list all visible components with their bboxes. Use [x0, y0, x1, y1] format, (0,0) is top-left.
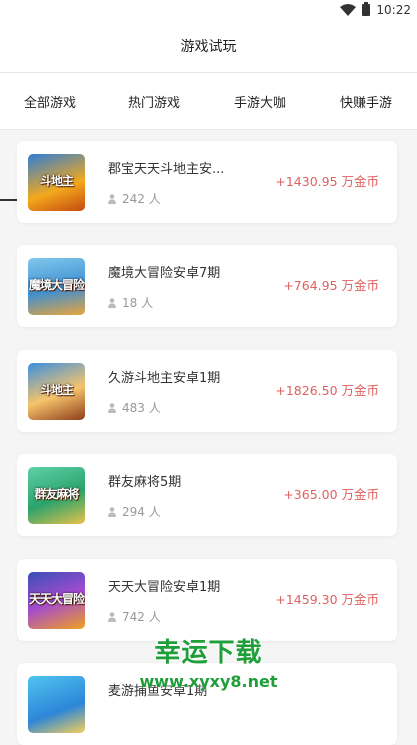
game-thumb-label: 群友麻将: [34, 487, 79, 501]
wifi-icon: [340, 4, 357, 16]
page-header: 游戏试玩: [0, 20, 417, 73]
category-tabs: 全部游戏 热门游戏 手游大咖 快赚手游: [0, 73, 417, 201]
game-list: 斗地主 郡宝天天斗地主安... 242 人 +1430.95 万金币 魔境大冒险…: [0, 130, 417, 745]
game-card[interactable]: 斗地主 久游斗地主安卓1期 483 人 +1826.50 万金币: [17, 350, 397, 432]
fishing-game-icon: [28, 676, 85, 733]
maoxian-game-icon: 天天大冒险: [28, 572, 85, 629]
player-count-text: 742 人: [122, 610, 161, 624]
reward-amount: +1459.30 万金币: [275, 592, 379, 607]
game-name: 麦游捕鱼安卓1期: [108, 684, 208, 699]
game-card[interactable]: 群友麻将 群友麻将5期 294 人 +365.00 万金币: [17, 454, 397, 536]
player-count: 294 人: [108, 503, 161, 520]
status-indicators: 10:22: [340, 1, 411, 19]
game-thumb-label: 魔境大冒险: [28, 278, 85, 292]
game-name: 天天大冒险安卓1期: [108, 580, 221, 595]
game-thumb-label: 斗地主: [39, 174, 74, 188]
mahjong-game-icon: 群友麻将: [28, 467, 85, 524]
game-card[interactable]: 魔境大冒险 魔境大冒险安卓7期 18 人 +764.95 万金币: [17, 245, 397, 327]
game-name: 魔境大冒险安卓7期: [108, 266, 221, 281]
mojing-game-icon: 魔境大冒险: [28, 258, 85, 315]
game-name: 久游斗地主安卓1期: [108, 371, 221, 386]
game-name: 郡宝天天斗地主安...: [108, 162, 225, 177]
person-icon: [108, 193, 116, 204]
reward-amount: +1430.95 万金币: [275, 174, 379, 189]
game-thumb-label: 天天大冒险: [28, 592, 85, 606]
game-card[interactable]: 天天大冒险 天天大冒险安卓1期 742 人 +1459.30 万金币: [17, 559, 397, 641]
tab-all-games[interactable]: 全部游戏: [0, 73, 100, 129]
reward-amount: +764.95 万金币: [283, 278, 379, 293]
reward-amount: +1826.50 万金币: [275, 383, 379, 398]
player-count-text: 483 人: [122, 401, 161, 415]
doudizhu-game-icon: 斗地主: [28, 154, 85, 211]
battery-icon: [362, 2, 371, 16]
player-count: 242 人: [108, 190, 161, 207]
game-card[interactable]: 麦游捕鱼安卓1期: [17, 663, 397, 745]
status-time: 10:22: [376, 3, 411, 17]
game-thumb-label: 斗地主: [39, 383, 74, 397]
player-count: 483 人: [108, 399, 161, 416]
person-icon: [108, 297, 116, 308]
status-bar: 10:22: [0, 0, 417, 20]
player-count: 742 人: [108, 608, 161, 625]
page-title: 游戏试玩: [180, 39, 237, 55]
person-icon: [108, 611, 116, 622]
person-icon: [108, 402, 116, 413]
player-count-text: 18 人: [122, 296, 154, 310]
tab-quick-earn[interactable]: 快赚手游: [316, 73, 416, 129]
player-count: 18 人: [108, 294, 153, 311]
game-card[interactable]: 斗地主 郡宝天天斗地主安... 242 人 +1430.95 万金币: [17, 141, 397, 223]
game-name: 群友麻将5期: [108, 475, 182, 490]
jiuyou-game-icon: 斗地主: [28, 363, 85, 420]
player-count-text: 242 人: [122, 192, 161, 206]
player-count-text: 294 人: [122, 505, 161, 519]
reward-amount: +365.00 万金币: [283, 487, 379, 502]
person-icon: [108, 506, 116, 517]
tab-mobile-stars[interactable]: 手游大咖: [210, 73, 310, 129]
tab-hot-games[interactable]: 热门游戏: [104, 73, 204, 129]
